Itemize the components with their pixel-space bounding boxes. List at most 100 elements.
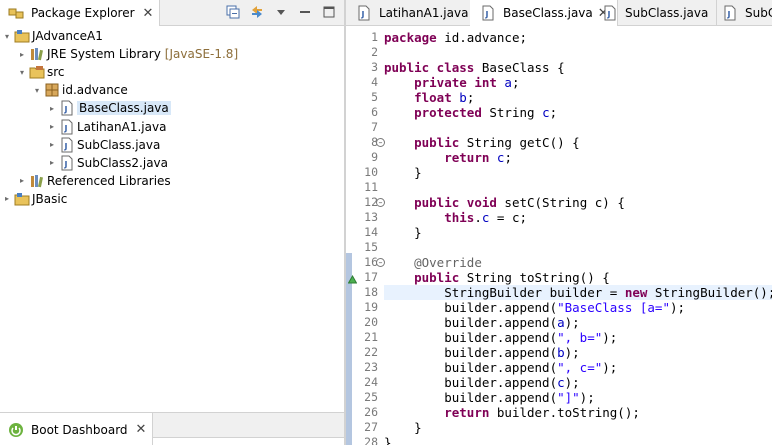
code-line: } bbox=[384, 165, 422, 180]
code-line: this.c = c; bbox=[444, 210, 528, 225]
tree-item[interactable]: ▾ src bbox=[17, 63, 65, 81]
code-line: return builder.toString(); bbox=[444, 405, 640, 420]
chevron-right-icon[interactable]: ▸ bbox=[47, 140, 57, 149]
tree-item-label: SubClass2.java bbox=[77, 155, 169, 170]
project-icon bbox=[14, 191, 30, 207]
left-panel: Package Explorer ✕ ▾ JAdvanceA1 ▸ JRE Syste… bbox=[0, 0, 344, 445]
chevron-right-icon[interactable]: ▸ bbox=[17, 50, 27, 59]
tree-item[interactable]: ▾ JAdvanceA1 bbox=[2, 27, 103, 45]
tree-item-label: SubClass.java bbox=[77, 137, 161, 152]
svg-text:J: J bbox=[607, 10, 611, 19]
code-line: builder.append("]"); bbox=[384, 390, 595, 405]
code-line: public void setC(String c) { bbox=[414, 195, 625, 210]
svg-text:J: J bbox=[361, 10, 365, 19]
svg-text:J: J bbox=[64, 105, 68, 114]
tree-item[interactable]: ▸ Referenced Libraries bbox=[17, 172, 171, 190]
minimize-icon[interactable] bbox=[298, 5, 312, 19]
code-line: public class BaseClass { bbox=[384, 60, 565, 75]
tree-item[interactable]: ▸ JBasic bbox=[2, 190, 67, 208]
java-file-icon: J bbox=[480, 5, 496, 21]
java-file-icon: J bbox=[722, 5, 738, 21]
code-line: @Override bbox=[414, 255, 482, 270]
code-line: float b; bbox=[414, 90, 475, 105]
chevron-right-icon[interactable]: ▸ bbox=[47, 122, 57, 131]
tab-package-explorer[interactable]: Package Explorer ✕ bbox=[0, 0, 161, 26]
collapse-all-icon[interactable] bbox=[226, 5, 240, 19]
line-number: 28 bbox=[364, 435, 378, 445]
tree-item-label: JRE System Library bbox=[47, 47, 161, 62]
line-number: 10 bbox=[364, 165, 378, 179]
editor-tab[interactable]: J SubC bbox=[712, 0, 772, 26]
code-line: package id.advance; bbox=[384, 30, 528, 45]
line-number: 4 bbox=[371, 75, 378, 89]
chevron-right-icon[interactable]: ▸ bbox=[17, 176, 27, 185]
line-number: 6 bbox=[371, 105, 378, 119]
library-icon bbox=[29, 173, 45, 189]
tree-item[interactable]: ▸ J SubClass2.java bbox=[47, 154, 168, 172]
line-number: 26 bbox=[364, 405, 378, 419]
tree-item[interactable]: ▸ JRE System Library [JavaSE-1.8] bbox=[17, 45, 238, 63]
editor-tab[interactable]: J LatihanA1.java bbox=[346, 0, 478, 26]
tree-item[interactable]: ▾ id.advance bbox=[32, 81, 128, 99]
line-number: 1 bbox=[371, 30, 378, 44]
line-number: 22 bbox=[364, 345, 378, 359]
code-text-area[interactable]: package id.advance; public class BaseClas… bbox=[384, 27, 772, 445]
line-number: 23 bbox=[364, 360, 378, 374]
tree-item-label: id.advance bbox=[62, 83, 128, 98]
java-file-icon: J bbox=[59, 119, 75, 135]
tree-item-decoration: [JavaSE-1.8] bbox=[164, 47, 239, 62]
svg-text:J: J bbox=[727, 10, 731, 19]
library-icon bbox=[29, 46, 45, 62]
chevron-down-icon[interactable]: ▾ bbox=[17, 68, 27, 77]
line-number: 5 bbox=[371, 90, 378, 104]
code-line: builder.append(", c="); bbox=[384, 360, 618, 375]
override-marker-icon[interactable] bbox=[347, 273, 358, 287]
editor-tabbar: J LatihanA1.java J BaseClass.java ✕ J SubClass… bbox=[346, 0, 772, 26]
line-number: 18 bbox=[364, 285, 378, 299]
code-line: } bbox=[384, 420, 422, 435]
chevron-down-icon[interactable]: ▾ bbox=[32, 86, 42, 95]
line-number: 14 bbox=[364, 225, 378, 239]
line-number: 27 bbox=[364, 420, 378, 434]
svg-text:J: J bbox=[64, 160, 68, 169]
tree-item[interactable]: ▸ J BaseClass.java bbox=[47, 99, 171, 117]
editor-tab-label: SubC bbox=[745, 6, 772, 20]
tree-item[interactable]: ▸ J LatihanA1.java bbox=[47, 118, 166, 136]
code-line: StringBuilder builder = new StringBuilde… bbox=[384, 285, 772, 300]
chevron-right-icon[interactable]: ▸ bbox=[2, 194, 12, 203]
maximize-icon[interactable] bbox=[322, 5, 336, 19]
line-number: 15 bbox=[364, 240, 378, 254]
svg-text:J: J bbox=[485, 10, 489, 19]
line-number: 24 bbox=[364, 375, 378, 389]
package-explorer-icon bbox=[8, 5, 24, 21]
code-line: builder.append(b); bbox=[384, 345, 580, 360]
tab-package-explorer-label: Package Explorer bbox=[31, 6, 135, 20]
package-explorer-tabbar: Package Explorer ✕ bbox=[0, 0, 344, 26]
tree-item-label: LatihanA1.java bbox=[77, 119, 167, 134]
tree-item-label: JBasic bbox=[32, 191, 68, 206]
code-line: return c; bbox=[444, 150, 512, 165]
code-line: } bbox=[384, 435, 392, 445]
code-line: builder.append(", b="); bbox=[384, 330, 618, 345]
view-menu-icon[interactable] bbox=[274, 5, 288, 19]
link-with-editor-icon[interactable] bbox=[250, 5, 264, 19]
tab-boot-dashboard[interactable]: Boot Dashboard ✕ bbox=[0, 413, 154, 445]
chevron-right-icon[interactable]: ▸ bbox=[47, 104, 57, 113]
close-icon[interactable]: ✕ bbox=[143, 6, 154, 21]
code-line: } bbox=[384, 225, 422, 240]
spring-boot-icon bbox=[8, 422, 24, 438]
line-number: 19 bbox=[364, 300, 378, 314]
code-line: protected String c; bbox=[414, 105, 558, 120]
chevron-down-icon[interactable]: ▾ bbox=[2, 32, 12, 41]
editor-tab[interactable]: J SubClass.java bbox=[592, 0, 718, 26]
close-icon[interactable]: ✕ bbox=[136, 422, 147, 437]
chevron-right-icon[interactable]: ▸ bbox=[47, 158, 57, 167]
line-number: 7 bbox=[371, 120, 378, 134]
tree-item-label: BaseClass.java bbox=[77, 101, 171, 116]
boot-dashboard-tabbar: Boot Dashboard ✕ bbox=[0, 412, 344, 445]
editor-area: J LatihanA1.java J BaseClass.java ✕ J SubClass… bbox=[346, 0, 772, 445]
tree-item-label: JAdvanceA1 bbox=[32, 29, 103, 43]
code-line: builder.append(a); bbox=[384, 315, 580, 330]
tree-item[interactable]: ▸ J SubClass.java bbox=[47, 136, 160, 154]
editor-tab-label: SubClass.java bbox=[625, 6, 709, 20]
